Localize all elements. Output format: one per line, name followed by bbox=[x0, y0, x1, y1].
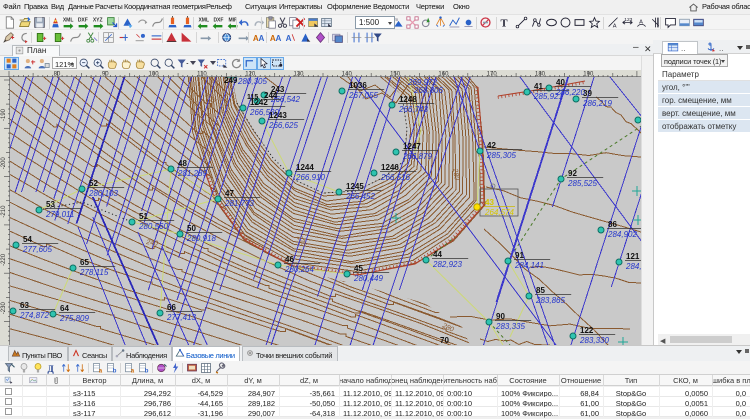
svg-text:A: A bbox=[286, 34, 292, 43]
svg-text:86: 86 bbox=[608, 220, 617, 229]
svg-text:266,743: 266,743 bbox=[398, 105, 428, 114]
svg-text:Д: Д bbox=[48, 364, 55, 374]
svg-text:47: 47 bbox=[225, 189, 234, 198]
svg-text:121: 121 bbox=[626, 252, 640, 261]
svg-text:266,910: 266,910 bbox=[295, 173, 325, 182]
svg-text:286,219: 286,219 bbox=[582, 99, 612, 108]
svg-text:A: A bbox=[613, 23, 617, 29]
svg-text:266,879: 266,879 bbox=[402, 152, 432, 161]
svg-text:-220: -220 bbox=[1, 253, 7, 266]
svg-text:-210: -210 bbox=[1, 205, 7, 218]
svg-text:115: 115 bbox=[247, 94, 258, 101]
svg-text:43: 43 bbox=[485, 198, 494, 207]
svg-text:280,449: 280,449 bbox=[353, 274, 383, 283]
svg-text:280,103: 280,103 bbox=[88, 189, 118, 198]
svg-text:1245: 1245 bbox=[346, 182, 364, 191]
svg-text:282,923: 282,923 bbox=[432, 260, 462, 269]
svg-text:266,452: 266,452 bbox=[345, 192, 375, 201]
svg-text:284,381: 284,381 bbox=[625, 262, 641, 271]
svg-text:41: 41 bbox=[534, 82, 543, 91]
svg-text:-190: -190 bbox=[1, 108, 7, 121]
svg-text:T: T bbox=[500, 19, 507, 29]
svg-text:51: 51 bbox=[139, 212, 148, 221]
svg-text:279,011: 279,011 bbox=[45, 210, 74, 219]
svg-text:1244: 1244 bbox=[296, 163, 314, 172]
svg-text:285,525: 285,525 bbox=[567, 179, 597, 188]
svg-text:66: 66 bbox=[167, 303, 176, 312]
svg-text:85: 85 bbox=[536, 286, 545, 295]
svg-text:-230: -230 bbox=[1, 302, 7, 315]
svg-text:50: 50 bbox=[187, 224, 196, 233]
svg-text:42: 42 bbox=[487, 141, 496, 150]
svg-text:A: A bbox=[259, 34, 265, 43]
svg-text:280,560: 280,560 bbox=[138, 222, 168, 231]
svg-text:A: A bbox=[639, 19, 643, 25]
svg-text:266,516: 266,516 bbox=[380, 173, 410, 182]
svg-text:91: 91 bbox=[515, 251, 524, 260]
svg-text:DXF: DXF bbox=[78, 18, 88, 24]
svg-text:1247: 1247 bbox=[403, 142, 421, 151]
svg-text:65: 65 bbox=[80, 258, 89, 267]
svg-text:48: 48 bbox=[178, 159, 187, 168]
svg-text:280,305: 280,305 bbox=[237, 77, 267, 86]
svg-text:275,809: 275,809 bbox=[59, 314, 89, 323]
svg-text:122: 122 bbox=[580, 326, 594, 335]
svg-text:90: 90 bbox=[496, 312, 505, 321]
svg-text:280,918: 280,918 bbox=[186, 234, 216, 243]
svg-text:283,330: 283,330 bbox=[579, 336, 609, 345]
svg-text:1248: 1248 bbox=[399, 95, 417, 104]
svg-text:277,413: 277,413 bbox=[166, 313, 196, 322]
svg-text:39: 39 bbox=[583, 89, 592, 98]
svg-text:283,865: 283,865 bbox=[535, 296, 565, 305]
svg-text:268,806: 268,806 bbox=[413, 86, 443, 95]
svg-text:249: 249 bbox=[224, 77, 238, 85]
svg-text:274,872: 274,872 bbox=[19, 311, 49, 320]
svg-text:1246: 1246 bbox=[381, 163, 399, 172]
svg-text:277,605: 277,605 bbox=[22, 245, 52, 254]
svg-text:54: 54 bbox=[23, 235, 32, 244]
svg-text:267,055: 267,055 bbox=[348, 91, 378, 100]
svg-text:XYZ: XYZ bbox=[93, 18, 103, 24]
svg-text:284,141: 284,141 bbox=[514, 261, 544, 270]
svg-text:63: 63 bbox=[20, 301, 29, 310]
svg-text:70: 70 bbox=[440, 336, 449, 345]
svg-text:264,574: 264,574 bbox=[484, 208, 514, 217]
svg-text:53: 53 bbox=[46, 200, 55, 209]
svg-text:46: 46 bbox=[285, 255, 294, 264]
svg-text:1243: 1243 bbox=[269, 111, 287, 120]
svg-text:44: 44 bbox=[433, 250, 442, 259]
svg-text:40: 40 bbox=[556, 78, 565, 87]
svg-text:278,115: 278,115 bbox=[79, 268, 109, 277]
svg-text:64: 64 bbox=[60, 304, 69, 313]
svg-text:266,625: 266,625 bbox=[268, 121, 298, 130]
svg-text:52: 52 bbox=[89, 179, 98, 188]
svg-text:-200: -200 bbox=[1, 157, 7, 170]
svg-text:123: 123 bbox=[624, 17, 632, 23]
svg-text:283,335: 283,335 bbox=[495, 322, 525, 331]
svg-text:286,220: 286,220 bbox=[555, 88, 585, 97]
svg-text:A: A bbox=[276, 34, 282, 43]
svg-text:XML: XML bbox=[198, 18, 209, 24]
svg-text:92: 92 bbox=[568, 169, 577, 178]
svg-text:DXF: DXF bbox=[213, 18, 223, 24]
svg-text:281,773: 281,773 bbox=[224, 199, 254, 208]
svg-text:281,289: 281,289 bbox=[177, 169, 207, 178]
svg-text:280,264: 280,264 bbox=[284, 265, 314, 274]
svg-text:284,902: 284,902 bbox=[607, 230, 637, 239]
svg-text:285,305: 285,305 bbox=[486, 151, 516, 160]
svg-text:XML: XML bbox=[63, 18, 74, 24]
svg-text:1036: 1036 bbox=[349, 81, 367, 90]
svg-text:45: 45 bbox=[354, 264, 363, 273]
svg-text:m: m bbox=[394, 17, 398, 22]
